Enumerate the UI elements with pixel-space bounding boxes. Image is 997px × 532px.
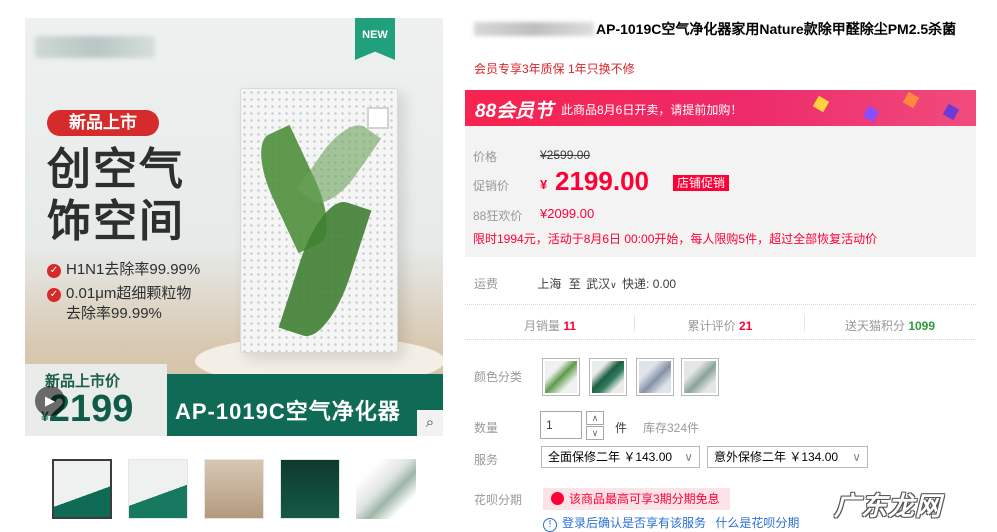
color-swatch[interactable] [636, 358, 674, 396]
vip-price-label: 88狂欢价 [473, 209, 523, 223]
quantity-label: 数量 [474, 421, 499, 435]
quantity-decrease-button[interactable]: ∨ [586, 426, 604, 440]
stock-count: 库存324件 [643, 421, 700, 435]
confetti-shape [942, 103, 960, 121]
blurred-brand-logo [35, 36, 155, 58]
what-is-huabei-link[interactable]: 什么是花呗分期 [715, 516, 799, 530]
thumbnail-strip [52, 459, 422, 521]
check-icon: ✓ [47, 288, 61, 302]
promo-banner: 88会员节 此商品8月6日开卖，请提前加购！ [465, 90, 976, 126]
color-swatch[interactable] [681, 358, 719, 396]
color-swatch[interactable] [589, 358, 627, 396]
thumbnail[interactable] [356, 459, 416, 519]
login-link[interactable]: 登录后确认是否享有该服务 [562, 516, 706, 530]
thumbnail[interactable] [128, 459, 188, 519]
play-video-icon[interactable]: ▶ [35, 386, 65, 416]
sale-price-label: 促销价 [473, 179, 510, 193]
feature-2: ✓ 0.01μm超细颗粒物 去除率99.99% [47, 284, 191, 324]
vip-price: ¥2099.00 [540, 206, 595, 221]
chevron-down-icon: ∨ [610, 280, 617, 290]
leaf-graphic [296, 115, 382, 213]
confetti-shape [812, 95, 830, 113]
huabei-login-note: ! 登录后确认是否享有该服务 什么是花呗分期 [543, 514, 799, 532]
thumbnail[interactable] [204, 459, 264, 519]
sale-currency: ¥ [540, 177, 548, 192]
thumbnail[interactable] [52, 459, 112, 519]
headline: 创空气 饰空间 [47, 144, 185, 248]
quantity-increase-button[interactable]: ∧ [586, 411, 604, 425]
promo-logo: 88会员节 [475, 101, 554, 122]
tmall-points: 送天猫积分 1099 [844, 319, 936, 333]
chevron-down-icon: ∨ [684, 450, 693, 464]
shipping-row: 运费 上海 至 武汉∨ 快递: 0.00 [474, 275, 676, 292]
huabei-icon [551, 492, 564, 505]
ship-fee: 快递: 0.00 [622, 277, 677, 291]
feature-1: ✓ H1N1去除率99.99% [47, 260, 200, 280]
chevron-down-icon: ∨ [852, 450, 861, 464]
service-warranty-full[interactable]: 全面保修二年 ￥143.00 ∨ [541, 446, 700, 468]
promo-text: 此商品8月6日开卖，请提前加购！ [561, 103, 743, 117]
service-warranty-accident[interactable]: 意外保修二年 ￥134.00 ∨ [707, 446, 868, 468]
list-price: ¥2599.00 [540, 148, 591, 162]
check-icon: ✓ [47, 264, 61, 278]
color-swatch[interactable] [542, 358, 580, 396]
headline-line-1: 创空气 [47, 145, 185, 194]
blurred-brand-name [474, 22, 594, 36]
huabei-installment-tag[interactable]: 该商品最高可享3期分期免息 [543, 488, 730, 510]
list-price-label: 价格 [473, 150, 498, 164]
shop-promo-tag: 店铺促销 [673, 175, 730, 191]
confetti-shape [862, 105, 880, 123]
service-label: 服务 [474, 453, 499, 467]
monthly-sales: 月销量 11 [465, 315, 635, 334]
ship-from: 上海 [537, 277, 562, 291]
stats-bar: 月销量 11 累计评价 21 送天猫积分 1099 [465, 304, 976, 340]
main-product-image[interactable]: NEW 新品上市 创空气 饰空间 ✓ H1N1去除率99.99% ✓ 0.01μm超… [25, 18, 443, 436]
quantity-unit: 件 [615, 421, 628, 435]
zoom-icon[interactable]: ⌕ [417, 410, 443, 436]
headline-line-2: 饰空间 [47, 197, 185, 246]
price-panel: 价格 ¥2599.00 促销价 ¥ 2199.00 店铺促销 88狂欢价 ¥20… [465, 126, 976, 257]
air-purifier-graphic [240, 88, 398, 353]
ship-to-word: 至 [568, 277, 581, 291]
confetti-shape [902, 91, 920, 109]
feature-2-line-2: 去除率99.99% [66, 305, 162, 322]
limit-note: 限时1994元，活动于8月6日 00:00开始，每人限购5件，超过全部恢复活动价 [473, 232, 878, 246]
thumbnail[interactable] [280, 459, 340, 519]
info-icon: ! [543, 518, 557, 532]
watermark: 广东龙网 [834, 491, 943, 521]
product-title: AP-1019C空气净化器家用Nature款除甲醛除尘PM2.5杀菌 [474, 19, 984, 39]
huabei-label: 花呗分期 [474, 493, 523, 507]
shipping-label: 运费 [474, 277, 499, 291]
product-subtitle: 会员专享3年质保 1年只换不修 [474, 62, 635, 76]
total-reviews[interactable]: 累计评价 21 [635, 315, 805, 334]
color-label: 颜色分类 [474, 370, 523, 384]
quantity-input[interactable]: 1 [540, 411, 582, 439]
sale-price: 2199.00 [555, 166, 649, 196]
new-tag: NEW [355, 18, 395, 60]
model-name: AP-1019C空气净化器 [175, 399, 401, 424]
ship-destination-select[interactable]: 武汉∨ [586, 277, 617, 291]
launch-badge: 新品上市 [47, 110, 159, 136]
purifier-knob [367, 107, 389, 129]
